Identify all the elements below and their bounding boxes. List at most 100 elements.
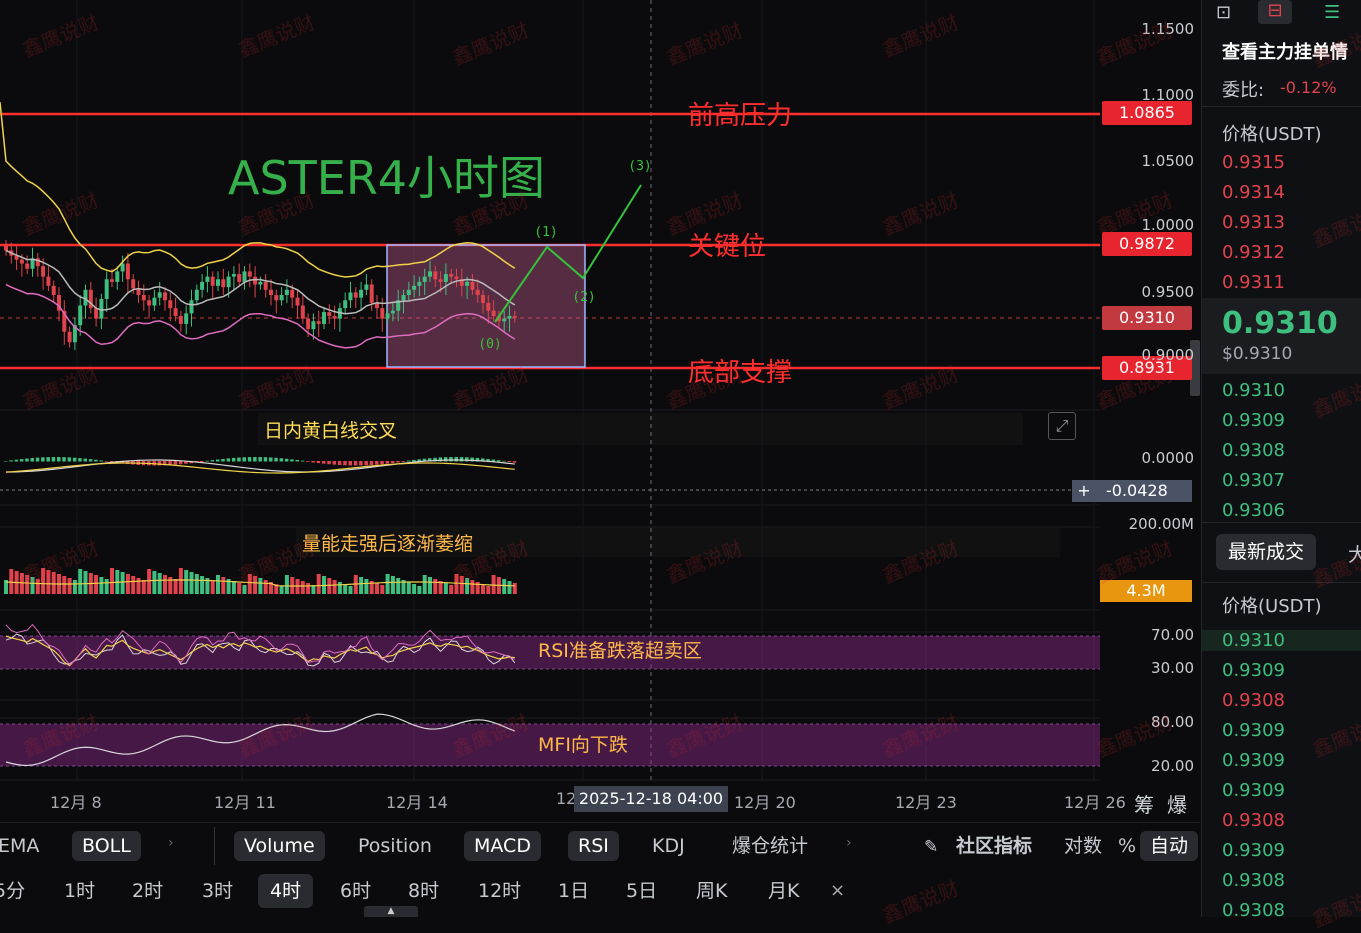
indicator-kdj[interactable]: KDJ	[642, 831, 695, 861]
bid-row[interactable]: 0.9310	[1222, 380, 1285, 401]
indicator-ema[interactable]: EMA	[0, 831, 49, 861]
macd-bar	[263, 457, 268, 462]
bid-row[interactable]: 0.9307	[1222, 470, 1285, 491]
bid-row[interactable]: 0.9309	[1222, 410, 1285, 431]
candle-body	[78, 305, 83, 326]
chart-area[interactable]: (0) (1) (2) (3) ASTER4小时图 前高压力 关键位 底部支撑 1.0…	[0, 0, 1200, 820]
timeframe-week[interactable]: 周K	[690, 874, 733, 908]
bid-row[interactable]: 0.9306	[1222, 500, 1285, 521]
macd-bar	[512, 461, 517, 463]
volume-bar	[136, 578, 141, 594]
timeframe-month[interactable]: 月K	[762, 874, 805, 908]
layout-icon-c[interactable]: ☰	[1324, 2, 1340, 23]
volume-bar	[332, 580, 337, 594]
timeframe-3h[interactable]: 3时	[196, 874, 239, 908]
orderbook-sidebar: ⊡ ⊟ ☰ 查看主力挂单情 委比: -0.12% 价格(USDT) 0.9315…	[1201, 0, 1361, 917]
volume-bar	[380, 585, 385, 594]
expand-icon[interactable]: ⤢	[1048, 412, 1076, 440]
close-icon[interactable]: ×	[830, 880, 845, 901]
timeframe-2h[interactable]: 2时	[126, 874, 169, 908]
volume-bar	[104, 579, 109, 594]
macd-bar	[221, 458, 225, 462]
collapse-handle[interactable]: ▲	[364, 906, 418, 917]
candle-body	[67, 331, 72, 343]
candle-body	[454, 276, 459, 280]
chips-button[interactable]: 筹	[1134, 789, 1154, 818]
volume-bar	[94, 575, 99, 594]
candle-body	[443, 274, 448, 282]
bid-row[interactable]: 0.9308	[1222, 440, 1285, 461]
indicator-liquidation[interactable]: 爆仓统计	[722, 831, 818, 861]
candle-body	[41, 266, 46, 277]
layout-icon-a[interactable]: ⊡	[1216, 2, 1231, 23]
ask-row[interactable]: 0.9311	[1222, 272, 1285, 293]
orderbook-title[interactable]: 查看主力挂单情	[1222, 38, 1348, 64]
tab-large-trades[interactable]: 大	[1348, 540, 1361, 567]
volume-bar	[41, 568, 46, 594]
timeframe-4h[interactable]: 4时	[258, 874, 314, 908]
candle-body	[125, 263, 130, 280]
layout-icon-b[interactable]: ⊟	[1258, 0, 1292, 24]
volume-max-tick: 200.00M	[1128, 515, 1194, 533]
volume-bar	[412, 584, 417, 594]
candle-body	[433, 271, 438, 280]
candle-body	[184, 313, 189, 324]
volume-bar	[459, 576, 464, 594]
log-scale-toggle[interactable]: 对数	[1054, 831, 1112, 861]
ask-row[interactable]: 0.9312	[1222, 242, 1285, 263]
ratio-label: 委比:	[1222, 80, 1265, 101]
chevron-right-icon[interactable]: ›	[168, 835, 174, 851]
macd-bar	[258, 457, 262, 462]
indicator-rsi[interactable]: RSI	[568, 831, 619, 861]
macd-bar	[396, 461, 400, 463]
candle-body	[200, 281, 205, 290]
ask-row[interactable]: 0.9314	[1222, 182, 1285, 203]
candle-body	[300, 305, 305, 319]
volume-bar	[141, 580, 146, 594]
candle-body	[247, 271, 252, 277]
indicator-macd[interactable]: MACD	[464, 831, 541, 861]
timeframe-1d[interactable]: 1日	[552, 874, 595, 908]
chevron-right-icon[interactable]: ›	[846, 835, 852, 851]
timeframe-5d[interactable]: 5日	[620, 874, 663, 908]
auto-scale-toggle[interactable]: 自动	[1140, 831, 1199, 861]
macd-bar	[502, 460, 506, 462]
liquidation-button[interactable]: 爆	[1167, 789, 1187, 818]
timeframe-1h[interactable]: 1时	[58, 874, 101, 908]
volume-bar	[83, 571, 88, 594]
macd-bar	[327, 461, 331, 465]
timeframe-5m[interactable]: 5分	[0, 874, 31, 908]
volume-bar	[449, 585, 454, 594]
tab-latest-trades[interactable]: 最新成交	[1216, 534, 1317, 570]
wave-label: (1)	[534, 225, 557, 240]
macd-bar	[279, 458, 284, 462]
indicator-boll[interactable]: BOLL	[72, 831, 141, 861]
macd-bar	[348, 461, 352, 466]
community-indicators-button[interactable]: 社区指标	[946, 831, 1042, 861]
indicator-position[interactable]: Position	[348, 831, 442, 861]
macd-bar	[237, 457, 241, 462]
volume-bar	[184, 570, 189, 594]
candle-body	[512, 316, 517, 318]
volume-bar	[62, 576, 67, 594]
volume-bar	[263, 580, 268, 594]
candle-body	[507, 316, 512, 319]
timeframe-12h[interactable]: 12时	[472, 874, 527, 908]
price-chart-svg[interactable]: (0) (1) (2) (3)	[0, 0, 1200, 820]
macd-bar	[390, 461, 395, 464]
indicator-volume[interactable]: Volume	[234, 831, 325, 861]
candle-body	[19, 259, 24, 264]
rsi-upper-tick: 70.00	[1151, 626, 1194, 644]
plus-icon[interactable]: +	[1072, 480, 1096, 502]
ask-row[interactable]: 0.9313	[1222, 212, 1285, 233]
volume-bar	[396, 578, 401, 594]
timeframe-6h[interactable]: 6时	[334, 874, 377, 908]
candle-body	[274, 295, 279, 301]
volume-bar	[247, 574, 252, 594]
timeframe-8h[interactable]: 8时	[402, 874, 445, 908]
edit-icon[interactable]: ✎	[924, 837, 938, 857]
ask-row[interactable]: 0.9315	[1222, 152, 1285, 173]
macd-bar	[200, 461, 204, 462]
macd-bar	[454, 457, 458, 462]
volume-bar	[120, 572, 125, 594]
